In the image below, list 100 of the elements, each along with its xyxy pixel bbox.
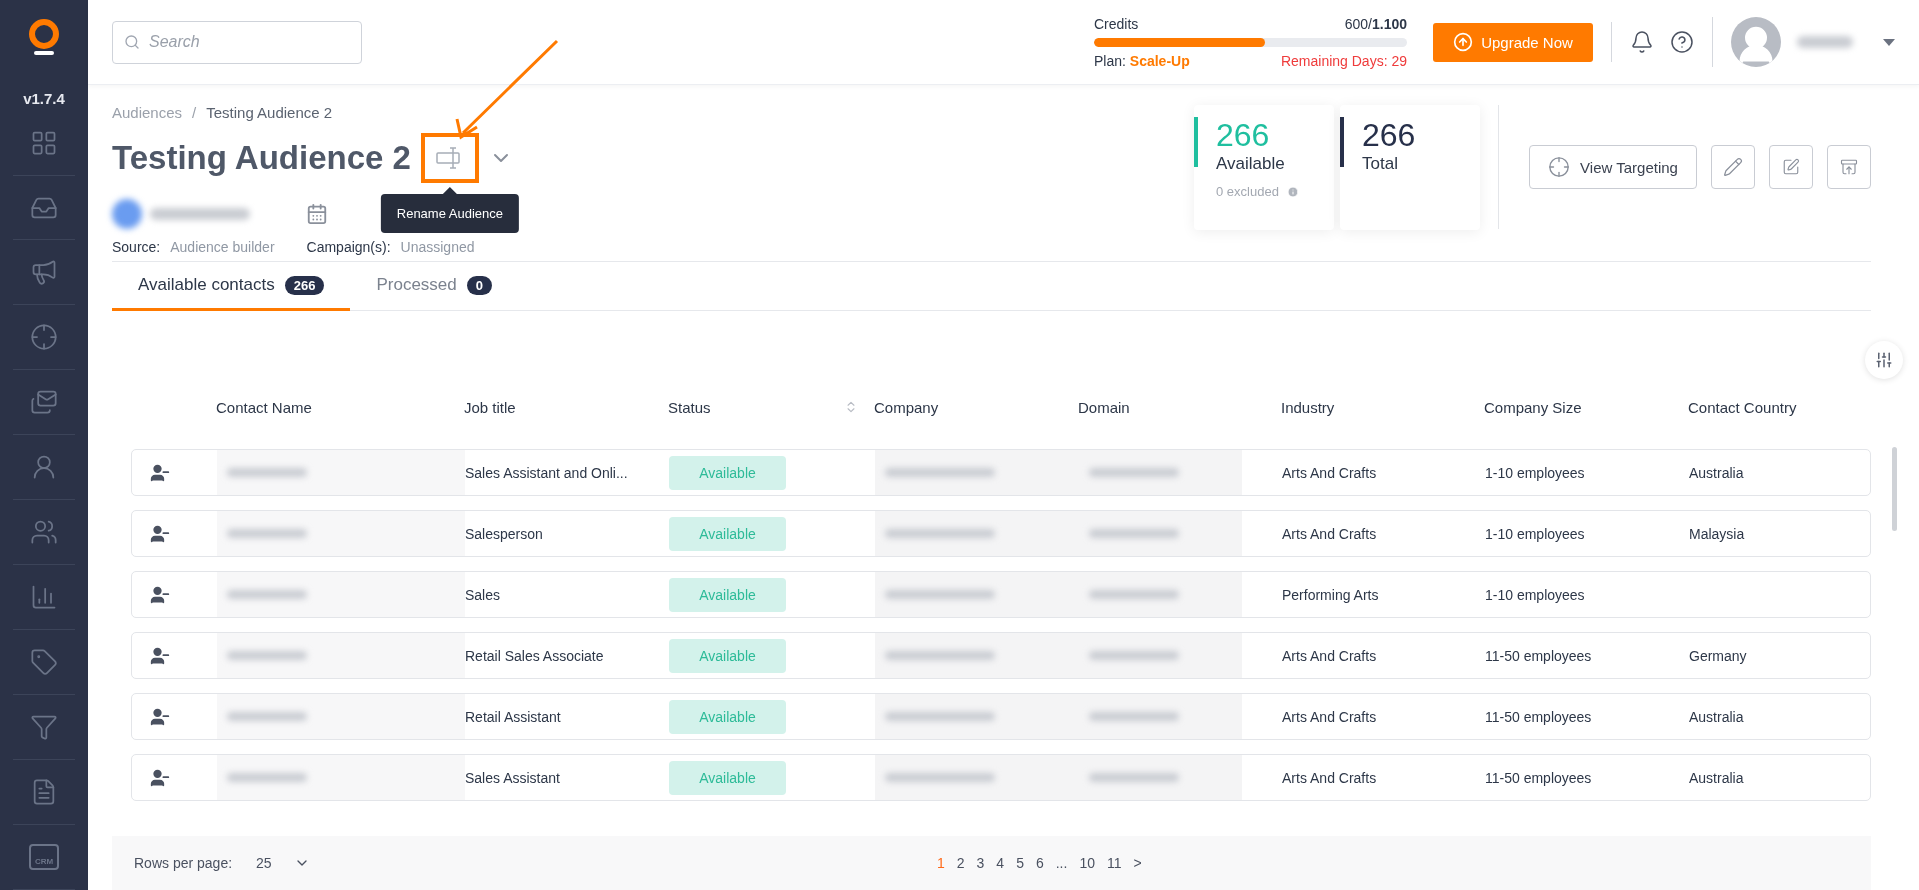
excluded-note: 0 excluded (1216, 184, 1279, 199)
page-link[interactable]: 3 (970, 855, 991, 871)
industry-cell-text: Arts And Crafts (1282, 647, 1378, 664)
user-minus-icon[interactable] (150, 706, 170, 727)
logo-icon (27, 18, 61, 57)
tag-icon[interactable] (30, 648, 58, 677)
search-icon (124, 33, 140, 50)
meta-value: Unassigned (400, 239, 475, 255)
column-settings-icon[interactable] (1865, 341, 1903, 379)
page-link[interactable]: 2 (950, 855, 971, 871)
funnel-icon[interactable] (30, 713, 58, 742)
count-badge: 266 (284, 275, 325, 295)
column-header: Status (668, 398, 711, 416)
page-link[interactable]: ... (1049, 855, 1074, 871)
crosshair-icon[interactable] (30, 323, 58, 352)
company-size-cell-text: 1-10 employees (1485, 464, 1586, 481)
calendar-icon[interactable] (306, 203, 328, 225)
table-row[interactable]: Salesperson Available Arts And Crafts 1-10 employees Malaysia (131, 510, 1871, 557)
company-size-cell-text: 11-50 employees (1485, 647, 1593, 664)
page-link[interactable]: 4 (990, 855, 1011, 871)
edit-note-icon[interactable] (1769, 145, 1813, 189)
table-row[interactable]: Retail Sales Associate Available Arts And Crafts 11-50 employees Germany (131, 632, 1871, 679)
company-size-cell-text: 1-10 employees (1485, 586, 1586, 603)
remaining-days: Remaining Days: 29 (1280, 52, 1407, 69)
notifications-icon[interactable] (1630, 30, 1654, 54)
credits-label: Credits (1094, 15, 1139, 32)
status-badge: Available (669, 577, 786, 612)
job-title-cell-text: Salesperson (465, 525, 544, 542)
table-row[interactable]: Sales Assistant Available Arts And Crafts 11-50 employees Australia (131, 754, 1871, 801)
search-field[interactable]: Search (112, 20, 362, 64)
page-link[interactable]: 6 (1029, 855, 1050, 871)
credits-amount: 600/1.100 (1344, 15, 1407, 32)
industry-cell-text: Performing Arts (1282, 586, 1380, 603)
user-minus-icon[interactable] (150, 462, 170, 483)
industry-cell-text: Arts And Crafts (1282, 464, 1378, 481)
arrow-up-circle-icon (1453, 32, 1474, 52)
table-row[interactable]: Retail Assistant Available Arts And Crafts 11-50 employees Australia (131, 693, 1871, 740)
country-cell-text: Germany (1689, 647, 1748, 664)
breadcrumb-current: Testing Audience 2 (206, 104, 333, 121)
column-header: Company Size (1484, 398, 1582, 416)
column-header: Domain (1078, 398, 1130, 416)
industry-cell-text: Arts And Crafts (1282, 525, 1378, 542)
page-link[interactable]: 5 (1010, 855, 1030, 871)
job-title-cell-text: Retail Sales Associate (465, 647, 605, 664)
rows-per-page-select[interactable]: 25 (256, 855, 310, 871)
status-badge: Available (669, 638, 786, 673)
user-minus-icon[interactable] (150, 523, 170, 544)
crosshair-icon (1548, 156, 1571, 178)
column-header: Job title (464, 398, 516, 416)
stat-label: Available (1216, 154, 1286, 174)
status-badge: Available (669, 760, 786, 795)
tooltip: Rename Audience (380, 187, 519, 233)
view-targeting-button[interactable]: View Targeting (1529, 145, 1697, 189)
company-size-cell-text: 1-10 employees (1485, 525, 1586, 542)
count-badge: 0 (466, 275, 492, 295)
column-header: Industry (1281, 398, 1335, 416)
megaphone-icon[interactable] (30, 258, 58, 287)
archive-icon[interactable] (1827, 145, 1871, 189)
plan-label: Plan: (1094, 52, 1127, 69)
plan-name: Scale-Up (1129, 52, 1190, 69)
status-badge: Available (669, 699, 786, 734)
caret-icon[interactable] (1883, 38, 1895, 46)
breadcrumb-separator: / (192, 104, 197, 121)
column-header: Company (874, 398, 939, 416)
status-badge: Available (669, 455, 786, 490)
meta-label: Source: (112, 239, 161, 255)
meta-value: Audience builder (170, 239, 275, 255)
tab[interactable]: Available contacts 266 (112, 262, 351, 311)
stat-label: Total (1362, 154, 1399, 174)
help-icon[interactable] (1670, 30, 1694, 54)
company-size-cell-text: 11-50 employees (1485, 708, 1593, 725)
industry-cell-text: Arts And Crafts (1282, 769, 1378, 786)
tab[interactable]: Processed 0 (350, 262, 518, 311)
job-title-cell-text: Retail Assistant (465, 708, 562, 725)
version-label: v1.7.4 (23, 89, 65, 107)
job-title-cell-text: Sales (465, 586, 502, 603)
table-row[interactable]: Sales Available Performing Arts 1-10 employees (131, 571, 1871, 618)
country-cell-text: Australia (1689, 708, 1745, 725)
rows-per-page-label: Rows per page: (134, 855, 233, 871)
country-cell-text: Australia (1689, 769, 1745, 786)
avatar[interactable] (1731, 17, 1781, 67)
meta-label: Campaign(s): (306, 239, 391, 255)
info-icon (1286, 185, 1299, 198)
table-row[interactable]: Sales Assistant and Onli... Available Arts And Crafts 1-10 employees Australia (131, 449, 1871, 496)
stat-value: 266 (1216, 117, 1271, 154)
user-minus-icon[interactable] (150, 767, 170, 788)
country-cell-text: Malaysia (1689, 525, 1746, 542)
edit-icon[interactable] (1711, 145, 1755, 189)
page-link[interactable]: 10 (1073, 855, 1101, 871)
audience-title: Testing Audience 2 (112, 139, 411, 177)
next-page-link[interactable]: > (1127, 855, 1148, 871)
user-minus-icon[interactable] (150, 584, 170, 605)
country-cell-text: Australia (1689, 464, 1745, 481)
page-link[interactable]: 11 (1100, 855, 1128, 871)
redacted-username (1797, 36, 1853, 48)
industry-cell-text: Arts And Crafts (1282, 708, 1378, 725)
user-minus-icon[interactable] (150, 645, 170, 666)
company-size-cell-text: 11-50 employees (1485, 769, 1593, 786)
job-title-cell-text: Sales Assistant and Onli... (465, 464, 629, 481)
stat-value: 266 (1362, 117, 1416, 154)
